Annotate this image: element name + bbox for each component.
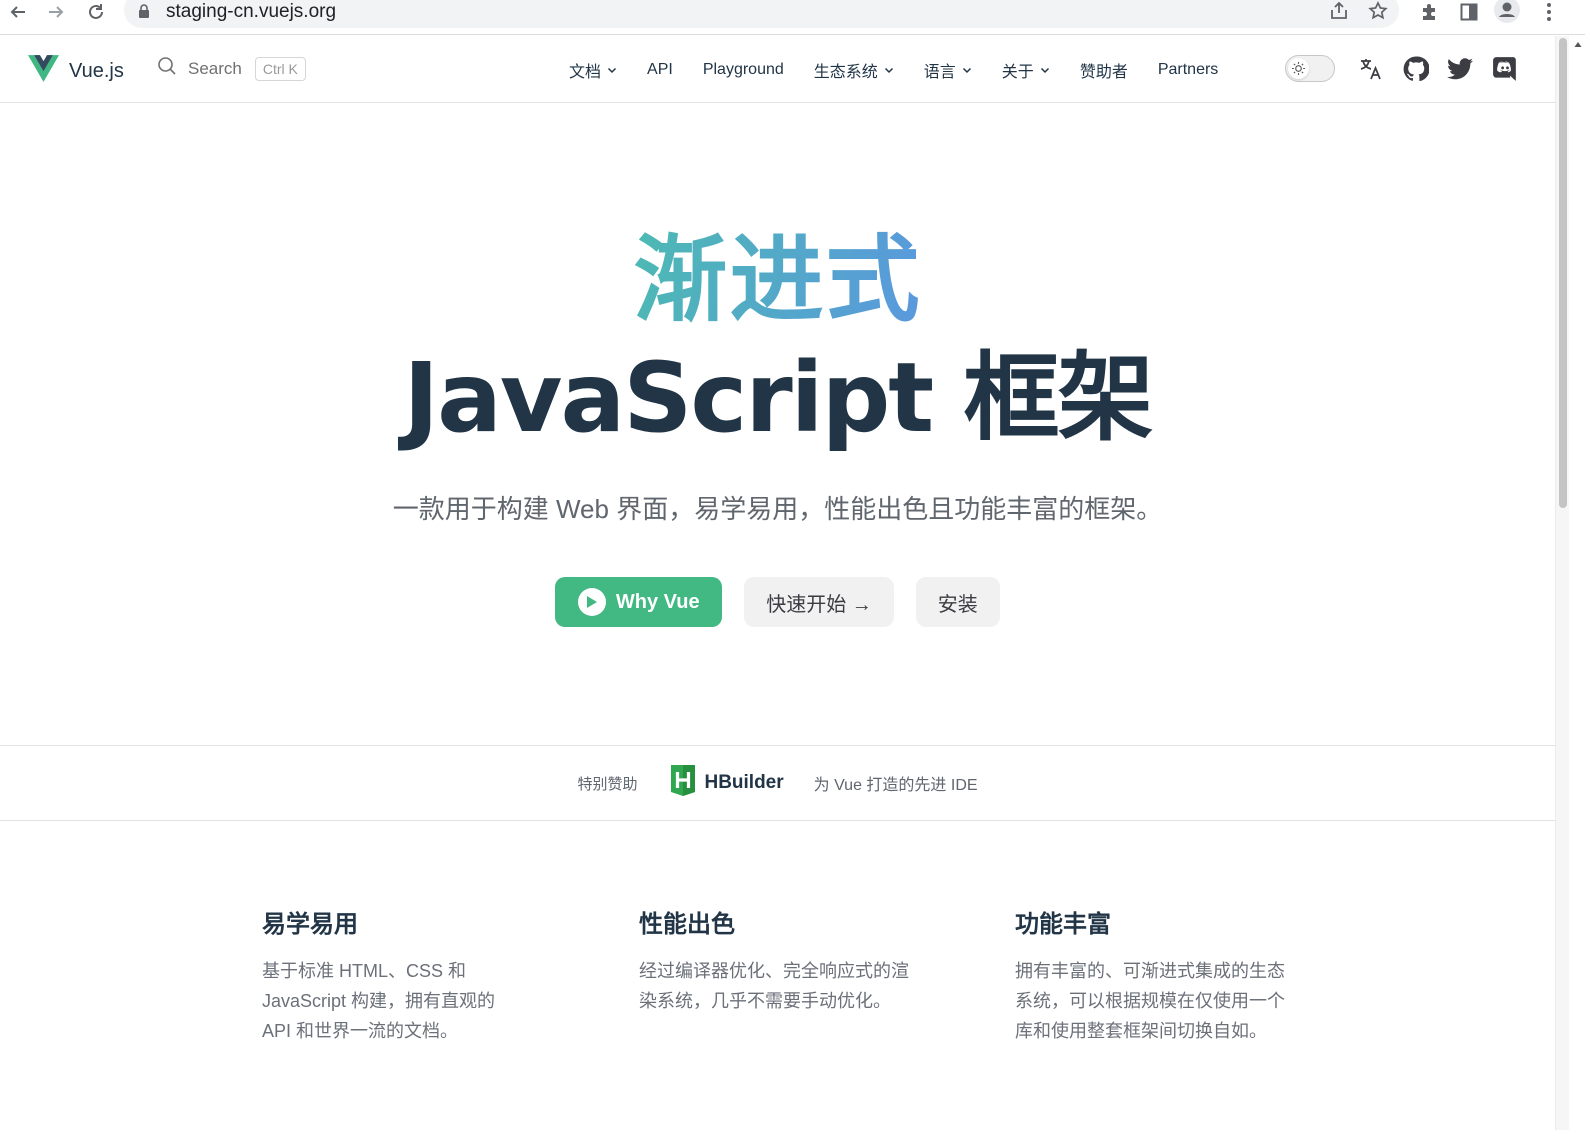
chevron-down-icon <box>884 67 893 73</box>
scrollbar-thumb[interactable] <box>1559 38 1567 508</box>
menu-label: 赞助者 <box>1079 63 1128 81</box>
github-icon[interactable] <box>1403 56 1429 82</box>
back-icon[interactable] <box>3 0 33 24</box>
search-icon <box>157 56 177 81</box>
page-scrollbar[interactable] <box>1555 36 1569 1130</box>
search-button[interactable]: Search Ctrl K <box>157 56 306 81</box>
why-vue-label: Why Vue <box>615 590 700 613</box>
menu-item-api[interactable]: API <box>647 61 673 79</box>
sponsor-label: 特别赞助 <box>577 775 638 793</box>
browser-menu-icon[interactable] <box>1535 0 1563 24</box>
search-shortcut: Ctrl K <box>254 56 306 81</box>
hbuilder-logo-icon <box>669 764 697 802</box>
hero-accent-title: 渐进式 <box>0 226 1555 336</box>
menu-item-partners[interactable]: Partners <box>1158 61 1218 79</box>
bookmark-star-icon[interactable] <box>1368 1 1388 26</box>
main-menu: 文档 API Playground 生态系统 语言 关于 赞助者 Partner… <box>569 36 1248 103</box>
special-sponsor: 特别赞助 HBuilder 为 Vue 打造的先进 IDE <box>0 745 1555 821</box>
menu-label: 语言 <box>923 63 956 81</box>
site-logo[interactable]: Vue.js <box>28 55 124 87</box>
menu-label: API <box>647 60 673 78</box>
profile-avatar-icon[interactable] <box>1493 0 1521 24</box>
address-bar[interactable]: staging-cn.vuejs.org <box>124 0 1399 28</box>
share-icon[interactable] <box>1329 1 1349 25</box>
menu-item-about[interactable]: 关于 <box>1002 58 1050 82</box>
hero-actions: Why Vue 快速开始 → 安装 <box>0 577 1555 627</box>
reload-icon[interactable] <box>81 0 111 24</box>
side-scroll-arrow-icon <box>1571 36 1585 1130</box>
feature-approachable: 易学易用 基于标准 HTML、CSS 和 JavaScript 构建，拥有直观的… <box>262 906 522 1046</box>
theme-toggle[interactable] <box>1285 55 1335 82</box>
chevron-down-icon <box>962 67 971 73</box>
chevron-down-icon <box>607 67 617 73</box>
feature-text: 基于标准 HTML、CSS 和 JavaScript 构建，拥有直观的 API … <box>262 961 496 1041</box>
menu-label: Playground <box>702 60 784 78</box>
why-vue-button[interactable]: Why Vue <box>555 577 723 627</box>
forward-icon[interactable] <box>41 0 71 24</box>
lock-icon <box>138 4 150 23</box>
menu-item-docs[interactable]: 文档 <box>569 58 617 82</box>
menu-item-language[interactable]: 语言 <box>924 58 972 82</box>
hero-tagline: 一款用于构建 Web 界面，易学易用，性能出色且功能丰富的框架。 <box>392 494 1163 524</box>
logo-text: Vue.js <box>69 59 124 82</box>
feature-title: 易学易用 <box>262 910 358 938</box>
get-started-button[interactable]: 快速开始 → <box>744 577 894 627</box>
browser-toolbar: staging-cn.vuejs.org <box>0 0 1585 35</box>
extensions-icon[interactable] <box>1415 0 1443 24</box>
chevron-down-icon <box>1040 67 1049 73</box>
sponsor-name: HBuilder <box>704 772 784 793</box>
menu-item-ecosystem[interactable]: 生态系统 <box>814 58 894 82</box>
feature-title: 性能出色 <box>639 910 735 938</box>
feature-performant: 性能出色 经过编译器优化、完全响应式的渲染系统，几乎不需要手动优化。 <box>639 906 909 1016</box>
menu-label: 生态系统 <box>813 63 878 81</box>
get-started-label: 快速开始 → <box>766 593 872 616</box>
install-button[interactable]: 安装 <box>915 577 1000 627</box>
sun-icon <box>1288 58 1309 79</box>
vue-logo-icon <box>28 55 60 87</box>
twitter-icon[interactable] <box>1447 56 1473 82</box>
site-header: Vue.js Search Ctrl K 文档 API Playground 生… <box>0 36 1555 103</box>
menu-item-playground[interactable]: Playground <box>703 61 784 79</box>
search-label: Search <box>188 58 242 78</box>
sponsor-description: 为 Vue 打造的先进 IDE <box>813 777 978 794</box>
feature-title: 功能丰富 <box>1015 910 1111 938</box>
hbuilder-link[interactable]: HBuilder <box>669 764 784 802</box>
feature-text: 经过编译器优化、完全响应式的渲染系统，几乎不需要手动优化。 <box>639 961 909 1011</box>
feature-versatile: 功能丰富 拥有丰富的、可渐进式集成的生态系统，可以根据规模在仅使用一个库和使用整… <box>1015 906 1285 1046</box>
play-icon <box>577 588 606 616</box>
side-panel-icon[interactable] <box>1455 0 1483 24</box>
menu-label: 文档 <box>569 63 602 81</box>
discord-icon[interactable] <box>1492 56 1518 82</box>
install-label: 安装 <box>937 593 978 616</box>
menu-item-sponsors[interactable]: 赞助者 <box>1080 58 1128 82</box>
feature-text: 拥有丰富的、可渐进式集成的生态系统，可以根据规模在仅使用一个库和使用整套框架间切… <box>1015 961 1285 1041</box>
menu-label: Partners <box>1157 60 1219 78</box>
hero-title: JavaScript 框架 <box>403 342 1153 454</box>
url-text[interactable]: staging-cn.vuejs.org <box>166 1 336 23</box>
menu-label: 关于 <box>1001 63 1034 81</box>
translate-icon[interactable] <box>1358 56 1384 82</box>
